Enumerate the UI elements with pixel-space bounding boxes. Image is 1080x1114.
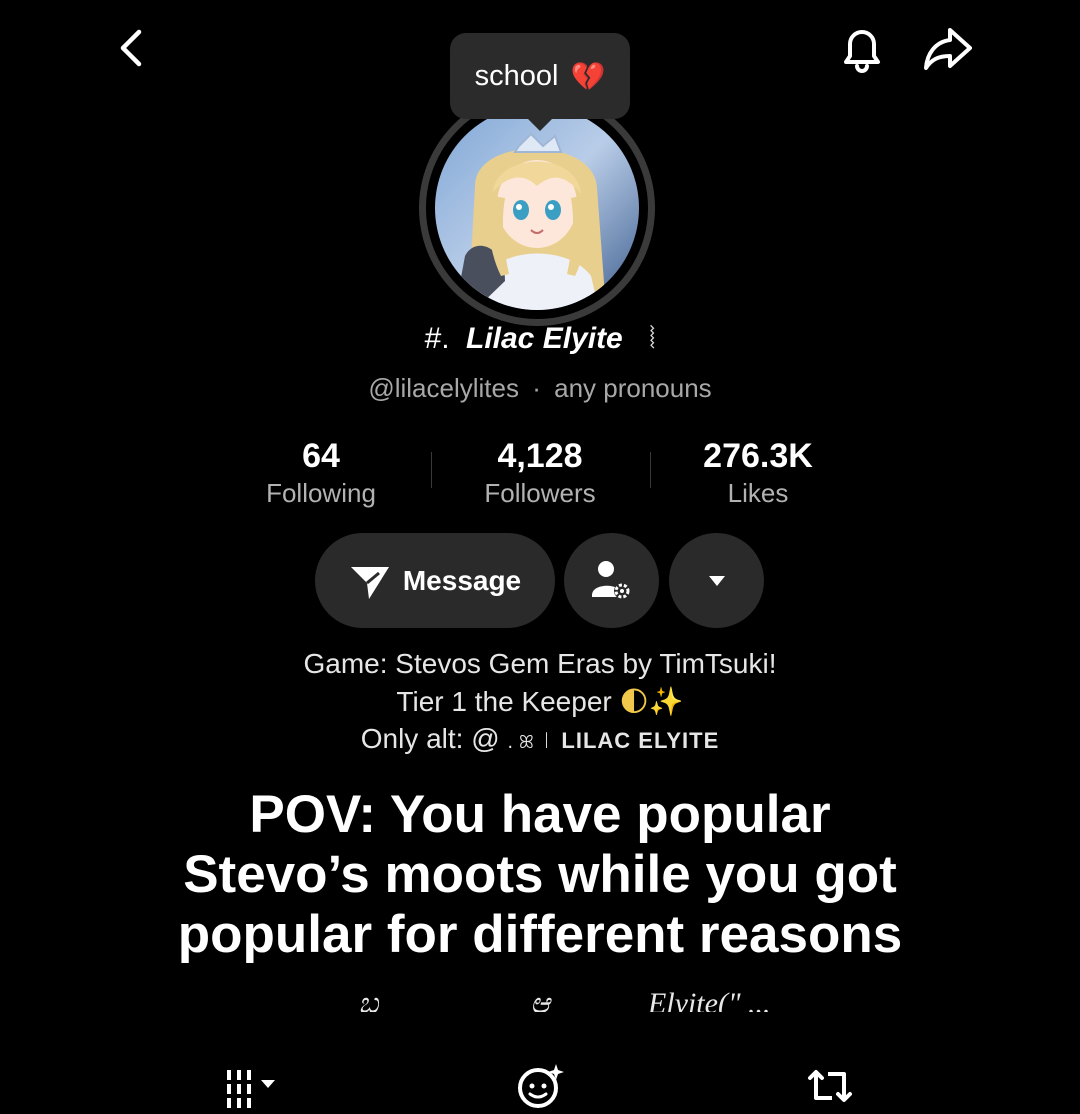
send-icon [350, 566, 389, 599]
followers-stat[interactable]: 4,128 Followers [430, 436, 650, 510]
caret-down-icon [708, 575, 725, 586]
bio-line-3-prefix: Only alt: @ [360, 723, 500, 754]
likes-count: 276.3K [703, 437, 813, 475]
pov-caption: POV: You have popular Stevo’s moots whil… [0, 785, 1080, 965]
username: @lilacelylites [368, 373, 519, 403]
avatar-image [435, 106, 639, 310]
broken-heart-emoji: 💔 [570, 59, 606, 93]
sticker-face-icon [518, 1064, 564, 1108]
cutoff-text-right: Elyite(" ... [648, 987, 771, 1012]
caption-line-2: Stevo’s moots while you got [183, 845, 897, 904]
cutoff-text-mid: ಆ [530, 987, 550, 1012]
avatar[interactable] [435, 106, 639, 310]
alt-account-link[interactable]: LILAC ELYITE [561, 728, 719, 753]
name-suffix: ⦚ [649, 322, 656, 355]
moon-sparkles-emoji: 🌓✨ [619, 685, 684, 718]
display-name: #. Lilac Elyite ⦚ [0, 322, 1080, 356]
bio-line-2: Tier 1 the Keeper 🌓✨ [0, 685, 1080, 718]
more-options-button[interactable] [669, 533, 764, 628]
caption-line-1: POV: You have popular [249, 785, 831, 844]
cutoff-text-left: ಬ [358, 987, 379, 1012]
chevron-left-icon [120, 29, 142, 67]
bio-line-1: Game: Stevos Gem Eras by TimTsuki! [303, 648, 777, 679]
person-gear-icon [591, 560, 630, 599]
separator: · [532, 373, 541, 403]
followers-count: 4,128 [497, 437, 583, 475]
pronouns: any pronouns [554, 373, 712, 403]
caption-line-3: popular for different reasons [177, 905, 903, 964]
bio-line-3: Only alt: @ . ꕤ ꒐ LILAC ELYITE [0, 723, 1080, 755]
notifications-button[interactable] [832, 18, 892, 78]
following-stat[interactable]: 64 Following [211, 436, 431, 510]
following-label: Following [266, 478, 376, 508]
name-text: Lilac Elyite [466, 322, 623, 355]
repost-arrows-icon [808, 1070, 852, 1102]
name-prefix: #. [424, 322, 450, 355]
message-button[interactable]: Message [315, 533, 555, 628]
back-button[interactable] [100, 18, 160, 78]
share-button[interactable] [918, 18, 978, 78]
likes-stat[interactable]: 276.3K Likes [648, 436, 868, 510]
tab-videos[interactable] [214, 1058, 294, 1114]
status-note-bubble[interactable]: school 💔 [450, 33, 630, 131]
bio-line-3-symbols: . ꕤ ꒐ [507, 732, 554, 753]
share-arrow-icon [924, 28, 972, 70]
likes-label: Likes [727, 478, 789, 508]
following-count: 64 [302, 437, 340, 475]
bio-line-2-text: Tier 1 the Keeper [396, 686, 612, 717]
tab-repost[interactable] [800, 1058, 860, 1114]
handle-row: @lilacelylites · any pronouns [0, 373, 1080, 404]
followers-label: Followers [484, 478, 596, 508]
tab-reposts[interactable] [510, 1058, 570, 1114]
message-label: Message [402, 564, 522, 596]
bell-icon [844, 30, 880, 73]
friend-settings-button[interactable] [564, 533, 659, 628]
grid-icon [227, 1070, 275, 1108]
status-note-text: school [474, 59, 559, 92]
